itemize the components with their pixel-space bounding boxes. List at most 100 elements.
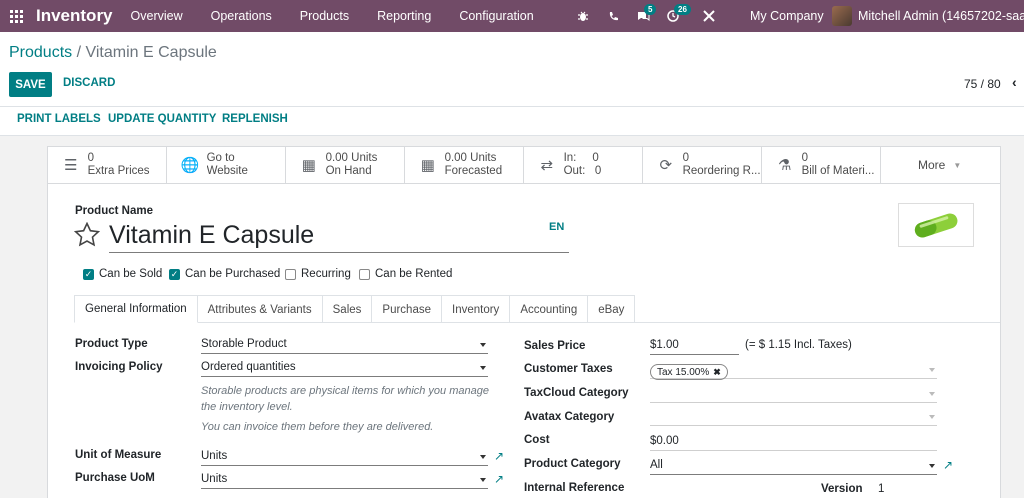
can-be-purchased-checkbox[interactable]: ✓ Can be Purchased [169,268,280,280]
can-be-sold-checkbox[interactable]: ✓ Can be Sold [83,268,162,280]
menu-operations[interactable]: Operations [211,9,272,23]
top-navbar: Inventory Overview Operations Products R… [0,0,1024,32]
smart-button-label: Extra Prices [87,165,150,177]
version-label: Version [821,483,863,495]
external-link-icon[interactable]: ↗ [494,449,504,463]
pager-prev-icon[interactable]: ‹ [1012,74,1017,90]
company-switcher[interactable]: My Company [750,9,824,23]
in-out-button[interactable]: ⇄ In: 0 Out: 0 [524,147,643,183]
print-labels-button[interactable]: PRINT LABELS [17,113,101,125]
check-icon: ✓ [169,268,180,280]
user-avatar[interactable] [832,6,852,26]
remove-tag-icon[interactable]: ✖ [713,367,721,378]
activity-badge: 26 [674,4,691,15]
avatax-category-label: Avatax Category [524,411,615,423]
tab-general-information[interactable]: General Information [74,295,198,323]
product-type-label: Product Type [75,338,148,350]
extra-prices-button[interactable]: ☰ 0 Extra Prices [48,147,167,183]
caret-down-icon [480,478,486,482]
app-name[interactable]: Inventory [36,6,113,26]
tab-inventory[interactable]: Inventory [441,295,511,323]
product-name-input[interactable]: Vitamin E Capsule [109,221,569,253]
invoicing-policy-value: Ordered quantities [201,361,296,373]
product-category-select[interactable]: All [650,457,937,475]
activity-clock-icon[interactable]: 26 [658,0,691,32]
can-be-rented-checkbox[interactable]: Can be Rented [359,268,452,280]
smart-button-value: 0.00 Units [444,152,497,164]
chat-icon[interactable]: 5 [628,0,658,32]
recurring-checkbox[interactable]: Recurring [285,268,351,280]
divider [74,322,1000,323]
more-button[interactable]: More ▼ [881,147,1000,183]
taxcloud-category-select[interactable] [650,385,937,403]
discard-button[interactable]: DISCARD [63,77,115,89]
bug-icon[interactable] [568,0,598,32]
form-sheet: ☰ 0 Extra Prices 🌐 Go to Website ▦ 0.00 Un… [47,146,1001,498]
go-to-website-button[interactable]: 🌐 Go to Website [167,147,286,183]
uom-label: Unit of Measure [75,449,162,461]
apps-menu-icon[interactable] [0,0,32,32]
smart-button-label: Reordering R... [682,165,761,177]
tools-icon[interactable] [694,0,724,32]
forecasted-button[interactable]: ▦ 0.00 Units Forecasted [405,147,524,183]
product-type-select[interactable]: Storable Product [201,336,488,354]
save-button[interactable]: SAVE [9,72,52,97]
smart-button-label: Out: 0 [563,165,602,177]
product-type-help: Storable products are physical items for… [201,385,489,413]
invoicing-policy-label: Invoicing Policy [75,361,163,373]
refresh-icon: ⟳ [659,157,673,174]
favorite-star-icon[interactable] [73,221,101,250]
tab-attributes-variants[interactable]: Attributes & Variants [196,295,323,323]
product-image[interactable] [898,203,974,247]
invoicing-policy-select[interactable]: Ordered quantities [201,359,488,377]
checkbox-label: Can be Purchased [185,268,281,280]
user-menu[interactable]: Mitchell Admin (14657202-saas-15 [858,9,1024,23]
uom-select[interactable]: Units [201,448,488,466]
tab-accounting[interactable]: Accounting [509,295,589,323]
tab-sales[interactable]: Sales [321,295,373,323]
update-quantity-button[interactable]: UPDATE QUANTITY [108,113,216,125]
external-link-icon[interactable]: ↗ [943,458,953,472]
tab-ebay[interactable]: eBay [587,295,636,323]
cost-input[interactable]: $0.00 [650,433,937,451]
tab-purchase[interactable]: Purchase [371,295,442,323]
tax-tag-label: Tax 15.00% [657,366,710,378]
pager-value[interactable]: 75 / 80 [964,77,1001,91]
purchase-uom-label: Purchase UoM [75,472,155,484]
list-icon: ☰ [64,157,78,174]
smart-button-value: 0 [87,152,94,164]
menu-products[interactable]: Products [300,9,349,23]
smart-button-label: Website [206,165,248,177]
caret-down-icon [929,392,935,396]
external-link-icon[interactable]: ↗ [494,472,504,486]
exchange-icon: ⇄ [540,157,554,174]
cost-label: Cost [524,434,550,446]
replenish-button[interactable]: REPLENISH [222,113,288,125]
sales-price-input[interactable]: $1.00 [650,337,739,355]
reordering-rules-button[interactable]: ⟳ 0 Reordering R... [643,147,762,183]
checkbox-box [359,268,370,280]
bill-of-materials-button[interactable]: ⚗ 0 Bill of Materi... [762,147,881,183]
smart-button-value: 0.00 Units [325,152,378,164]
invoicing-policy-help: You can invoice them before they are del… [201,421,434,433]
sales-price-label: Sales Price [524,340,586,352]
purchase-uom-select[interactable]: Units [201,471,488,489]
caret-down-icon [929,368,935,372]
cubes-icon: ▦ [420,157,435,174]
menu-configuration[interactable]: Configuration [459,9,533,23]
phone-icon[interactable] [598,0,628,32]
customer-taxes-label: Customer Taxes [524,363,613,375]
product-category-label: Product Category [524,458,621,470]
on-hand-button[interactable]: ▦ 0.00 Units On Hand [286,147,405,183]
smart-button-value: Go to [206,152,235,164]
smart-button-label: Forecasted [444,165,503,177]
menu-reporting[interactable]: Reporting [377,9,431,23]
product-name-label: Product Name [75,205,153,217]
caret-down-icon [480,455,486,459]
globe-icon: 🌐 [180,157,200,174]
tax-tag[interactable]: Tax 15.00% ✖ [650,364,728,380]
breadcrumb-products[interactable]: Products [9,44,72,61]
menu-overview[interactable]: Overview [131,9,183,23]
language-button[interactable]: EN [549,221,564,233]
avatax-category-select[interactable] [650,408,937,426]
